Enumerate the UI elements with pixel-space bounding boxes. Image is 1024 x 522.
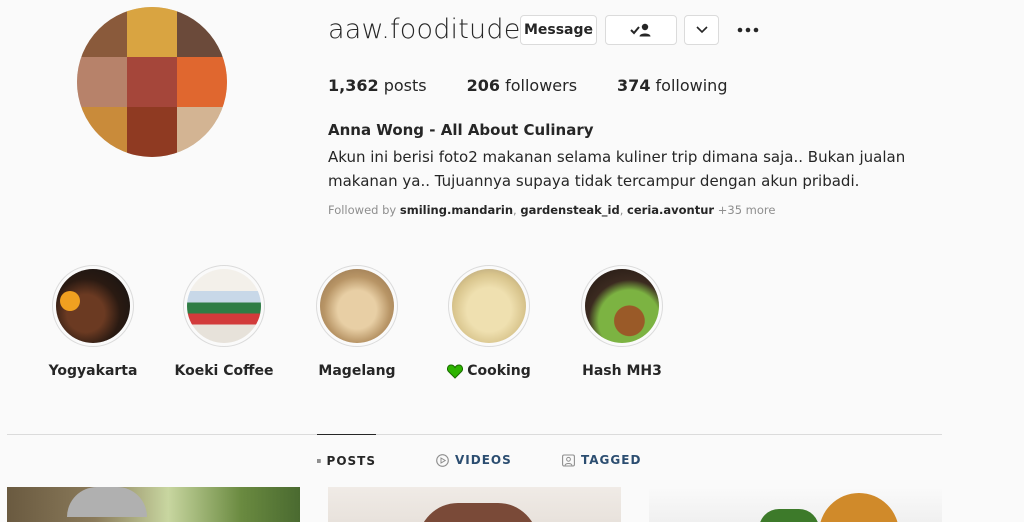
person-check-icon (630, 23, 651, 37)
highlight-koeki-coffee[interactable]: Koeki Coffee (164, 265, 284, 379)
highlight-cover (585, 269, 659, 343)
highlight-cover (320, 269, 394, 343)
highlight-cover (452, 269, 526, 343)
tab-label: VIDEOS (455, 453, 512, 467)
followed-by[interactable]: Followed by smiling.mandarin, gardenstea… (328, 203, 775, 217)
posts-count: 1,362 posts (328, 76, 427, 95)
following-link[interactable]: 374 following (617, 76, 727, 95)
message-button[interactable]: Message (520, 15, 597, 45)
tab-posts[interactable]: POSTS (317, 434, 376, 486)
play-circle-icon (436, 453, 449, 467)
grid-icon (317, 458, 321, 463)
tab-tagged[interactable]: TAGGED (562, 434, 641, 486)
profile-stats: 1,362 posts 206 followers 374 following (328, 76, 767, 95)
highlight-cover (187, 269, 261, 343)
suggested-accounts-dropdown[interactable] (684, 15, 719, 45)
followed-by-account[interactable]: smiling.mandarin (400, 203, 513, 217)
highlight-label: Hash MH3 (582, 363, 662, 379)
more-horizontal-icon (737, 27, 759, 33)
chevron-down-icon (695, 26, 708, 34)
tab-label: POSTS (326, 453, 376, 468)
profile-full-name: Anna Wong - All About Culinary (328, 121, 594, 139)
profile-avatar[interactable] (77, 7, 227, 157)
highlight-hash-mh3[interactable]: Hash MH3 (562, 265, 682, 379)
post-image (7, 487, 300, 522)
more-options-button[interactable] (736, 20, 760, 40)
profile-username: aaw.fooditude (328, 14, 521, 45)
tab-videos[interactable]: VIDEOS (436, 434, 512, 486)
tab-label: TAGGED (581, 453, 642, 467)
highlight-label: Magelang (318, 363, 396, 379)
followed-by-account[interactable]: ceria.avontur (627, 203, 714, 217)
highlight-magelang[interactable]: Magelang (297, 265, 417, 379)
post-image (328, 487, 621, 522)
post-thumbnail[interactable] (328, 487, 621, 522)
highlight-yogyakarta[interactable]: Yogyakarta (33, 265, 153, 379)
post-image (649, 487, 942, 522)
highlight-cover (56, 269, 130, 343)
followed-by-more[interactable]: +35 more (718, 203, 776, 217)
post-thumbnail[interactable] (649, 487, 942, 522)
followers-link[interactable]: 206 followers (467, 76, 577, 95)
highlight-label: Cooking (429, 363, 549, 379)
profile-bio: Akun ini berisi foto2 makanan selama kul… (328, 148, 906, 190)
highlight-label: Yogyakarta (48, 363, 138, 379)
followed-by-account[interactable]: gardensteak_id (520, 203, 619, 217)
tag-person-icon (562, 453, 575, 467)
following-button[interactable] (605, 15, 677, 45)
green-heart-icon (447, 363, 464, 379)
highlight-label: Koeki Coffee (174, 363, 274, 379)
post-thumbnail[interactable] (7, 487, 300, 522)
highlight-cooking[interactable]: Cooking (429, 265, 549, 379)
